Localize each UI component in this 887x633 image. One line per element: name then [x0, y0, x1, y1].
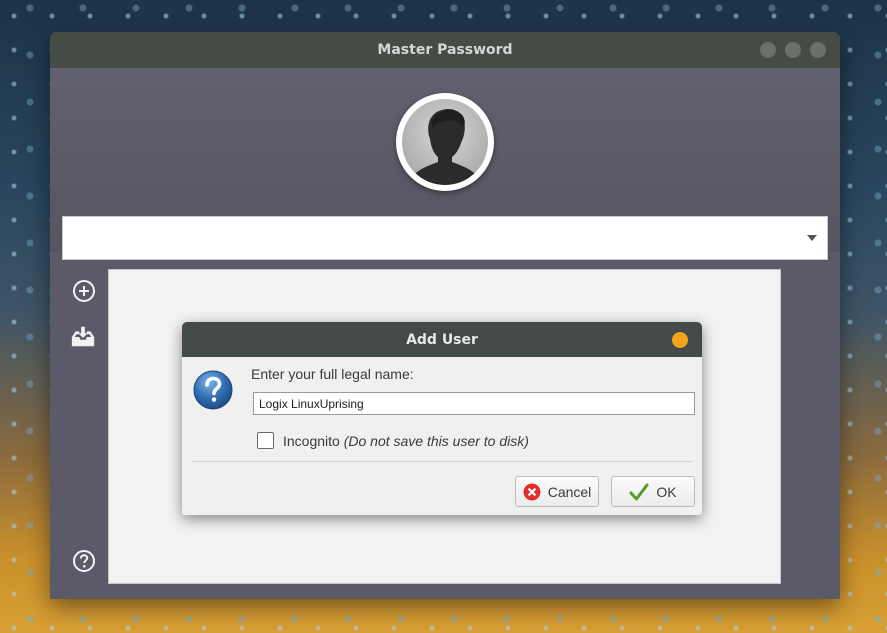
full-name-input[interactable] — [253, 392, 695, 415]
chevron-down-icon[interactable] — [807, 235, 817, 241]
cancel-icon — [523, 483, 541, 500]
cancel-button-label: Cancel — [547, 483, 592, 500]
name-prompt: Enter your full legal name: — [251, 366, 414, 382]
window-title: Master Password — [377, 42, 513, 58]
ok-button-label: OK — [656, 483, 677, 500]
window-controls — [760, 42, 826, 58]
incognito-checkbox[interactable] — [257, 432, 274, 449]
add-user-button[interactable] — [71, 278, 97, 304]
import-button[interactable] — [70, 324, 96, 350]
help-icon — [73, 550, 95, 572]
cancel-button[interactable]: Cancel — [515, 476, 599, 507]
incognito-label-text: Incognito — [283, 432, 340, 449]
close-button[interactable] — [810, 42, 826, 58]
maximize-button[interactable] — [785, 42, 801, 58]
ok-button[interactable]: OK — [611, 476, 695, 507]
dialog-title: Add User — [406, 331, 478, 348]
incognito-label[interactable]: Incognito (Do not save this user to disk… — [283, 433, 529, 449]
minimize-button[interactable] — [760, 42, 776, 58]
dialog-separator — [191, 461, 693, 462]
help-button[interactable] — [71, 548, 97, 574]
avatar — [396, 93, 494, 191]
user-select[interactable] — [62, 216, 828, 260]
checkmark-icon — [629, 483, 649, 500]
add-user-dialog: Add User Enter your full legal name: Inc… — [182, 322, 702, 515]
dialog-titlebar[interactable]: Add User — [182, 322, 702, 357]
incognito-note: (Do not save this user to disk) — [343, 432, 529, 449]
user-silhouette-icon — [412, 109, 478, 185]
incognito-row: Incognito (Do not save this user to disk… — [257, 432, 529, 449]
dialog-close-button[interactable] — [672, 332, 688, 348]
import-icon — [71, 326, 95, 347]
window-titlebar[interactable]: Master Password — [50, 32, 840, 68]
question-icon — [193, 370, 233, 410]
add-user-icon — [73, 280, 95, 302]
